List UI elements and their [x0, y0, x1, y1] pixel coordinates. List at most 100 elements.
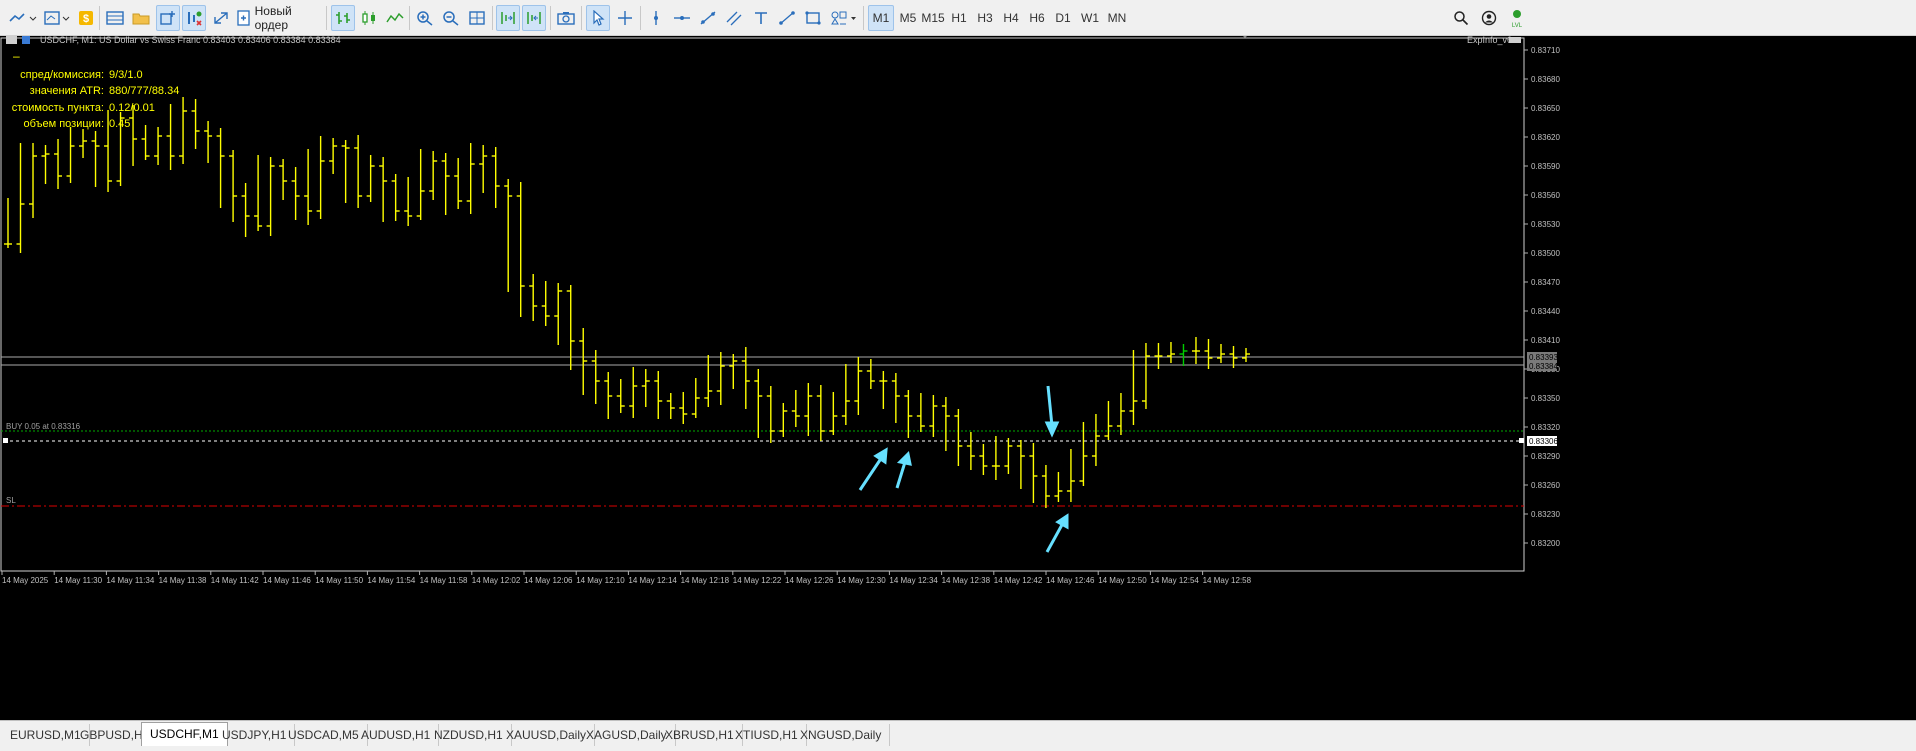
time-tick-label: 14 May 12:30 — [837, 576, 886, 585]
text-icon[interactable] — [750, 5, 772, 31]
time-axis[interactable]: 14 May 2025 14 May 11:30 14 May 11:34 14 Ma… — [1, 571, 1252, 585]
time-tick-label: 14 May 12:54 — [1150, 576, 1199, 585]
new-order-button[interactable]: Новый ордер — [236, 4, 322, 32]
tab-xngusd-daily[interactable]: XNGUSD,Daily — [792, 724, 891, 746]
svg-text:LVL: LVL — [1512, 23, 1523, 28]
vertical-line-icon[interactable] — [645, 5, 667, 31]
order-line-right-handle[interactable] — [1519, 438, 1524, 443]
time-tick-label: 14 May 12:26 — [785, 576, 834, 585]
price-bars — [4, 97, 1250, 508]
time-tick-label: 14 May 11:50 — [315, 576, 363, 585]
horizontal-line-icon[interactable] — [671, 5, 693, 31]
templates-icon[interactable] — [42, 5, 72, 31]
screenshot-icon[interactable] — [555, 5, 577, 31]
info-value-position-volume: 0.45 — [109, 118, 130, 130]
price-tick-label: 0.83350 — [1531, 394, 1560, 403]
price-tick-label: 0.83710 — [1531, 46, 1560, 55]
fibonacci-icon[interactable] — [776, 5, 798, 31]
annotation-arrow[interactable] — [858, 456, 884, 491]
timeframe-w1[interactable]: W1 — [1078, 5, 1102, 31]
annotation-arrowhead — [1055, 513, 1069, 530]
svg-text:$: $ — [83, 13, 89, 25]
time-tick-label: 14 May 12:10 — [576, 576, 625, 585]
crosshair-data-icon[interactable] — [156, 5, 180, 31]
bar-chart-icon[interactable] — [331, 5, 355, 31]
annotation-arrowhead — [1044, 421, 1060, 438]
trade-signals-icon[interactable] — [182, 5, 206, 31]
price-tick-label: 0.83440 — [1531, 307, 1560, 316]
rectangle-icon[interactable] — [802, 5, 824, 31]
line-chart-icon[interactable] — [384, 5, 406, 31]
timeframe-mn[interactable]: MN — [1104, 5, 1130, 31]
candlestick-icon[interactable] — [358, 5, 380, 31]
chart-flag-icon — [6, 36, 17, 44]
timeframe-m1[interactable]: M1 — [868, 5, 894, 31]
cursor-icon[interactable] — [586, 5, 610, 31]
dollar-icon[interactable]: $ — [76, 5, 96, 31]
zoom-out-icon[interactable] — [440, 5, 462, 31]
time-tick-label: 14 May 12:02 — [472, 576, 521, 585]
price-axis[interactable]: 0.83710 0.83680 0.83650 0.83620 0.83590 0.835… — [1524, 46, 1560, 548]
time-tick-label: 14 May 11:42 — [211, 576, 259, 585]
time-tick-label: 14 May 11:30 — [54, 576, 102, 585]
annotation-arrow[interactable] — [1045, 522, 1065, 553]
time-tick-label: 14 May 12:14 — [628, 576, 677, 585]
autoscroll-icon[interactable] — [210, 5, 232, 31]
price-tick-label: 0.83650 — [1531, 104, 1560, 113]
info-label-spread: спред/комиссия: — [20, 69, 104, 81]
info-label-position-volume: объем позиции: — [24, 118, 104, 130]
bid-price-label: 0.83384 — [1529, 362, 1558, 371]
time-tick-label: 14 May 12:42 — [994, 576, 1043, 585]
price-tick-label: 0.83620 — [1531, 133, 1560, 142]
timeframe-h1[interactable]: H1 — [948, 5, 970, 31]
chart-window[interactable]: USDCHF, M1: US Dollar vs Swiss Franc 0.8… — [0, 36, 1916, 720]
time-tick-label: 14 May 12:50 — [1098, 576, 1147, 585]
price-tick-label: 0.83230 — [1531, 510, 1560, 519]
timeframe-d1[interactable]: D1 — [1052, 5, 1074, 31]
price-tick-label: 0.83320 — [1531, 423, 1560, 432]
chart-title: USDCHF, M1: US Dollar vs Swiss Franc 0.8… — [40, 36, 341, 45]
autoscroll-chart-icon[interactable] — [522, 5, 546, 31]
price-tick-label: 0.83560 — [1531, 191, 1560, 200]
annotation-arrows[interactable] — [858, 385, 1069, 553]
signal-level-icon[interactable]: LVL — [1506, 5, 1528, 31]
time-tick-label: 14 May 12:58 — [1203, 576, 1252, 585]
chart-tabs-bar: EURUSD,M1 GBPUSD,H1 USDCHF,M1 USDJPY,H1 … — [0, 720, 1916, 751]
price-tick-label: 0.83470 — [1531, 278, 1560, 287]
folder-icon[interactable] — [130, 5, 152, 31]
order-line-left-handle[interactable] — [3, 438, 8, 443]
shapes-menu-icon[interactable] — [828, 5, 860, 31]
new-order-icon — [237, 10, 250, 26]
annotation-arrow[interactable] — [1046, 385, 1054, 427]
time-tick-label: 14 May 12:06 — [524, 576, 573, 585]
time-tick-label: 14 May 12:34 — [889, 576, 938, 585]
equidistant-channel-icon[interactable] — [723, 5, 745, 31]
timeframe-m15[interactable]: M15 — [920, 5, 946, 31]
main-toolbar: $ Новый ордер M1 M5 M15 H1 H3 H4 H6 D1 W… — [0, 0, 1916, 36]
timeframe-h3[interactable]: H3 — [974, 5, 996, 31]
time-tick-label: 14 May 12:46 — [1046, 576, 1095, 585]
tile-windows-icon[interactable] — [466, 5, 488, 31]
info-value-atr: 880/777/88.34 — [109, 85, 179, 97]
account-icon[interactable] — [1478, 5, 1500, 31]
timeframe-m5[interactable]: M5 — [896, 5, 920, 31]
timeframe-h4[interactable]: H4 — [1000, 5, 1022, 31]
chart-type-icon[interactable] — [6, 5, 40, 31]
chart-shift-icon[interactable] — [496, 5, 520, 31]
price-tick-label: 0.83410 — [1531, 336, 1560, 345]
price-tick-label: 0.83290 — [1531, 452, 1560, 461]
time-tick-label: 14 May 11:46 — [263, 576, 311, 585]
new-order-label: Новый ордер — [254, 4, 292, 32]
info-value-spread: 9/3/1.0 — [109, 69, 143, 81]
timeframe-h6[interactable]: H6 — [1026, 5, 1048, 31]
annotation-arrow[interactable] — [895, 461, 907, 489]
time-tick-label: 14 May 12:22 — [733, 576, 782, 585]
search-icon[interactable] — [1450, 5, 1472, 31]
trendline-icon[interactable] — [697, 5, 719, 31]
crosshair-icon[interactable] — [614, 5, 636, 31]
zoom-in-icon[interactable] — [414, 5, 436, 31]
sl-line-label: SL — [6, 496, 16, 505]
info-value-point-cost: 0.12/0.01 — [109, 102, 155, 114]
order-price-label: 0.83306 — [1529, 437, 1558, 446]
market-watch-icon[interactable] — [104, 5, 126, 31]
